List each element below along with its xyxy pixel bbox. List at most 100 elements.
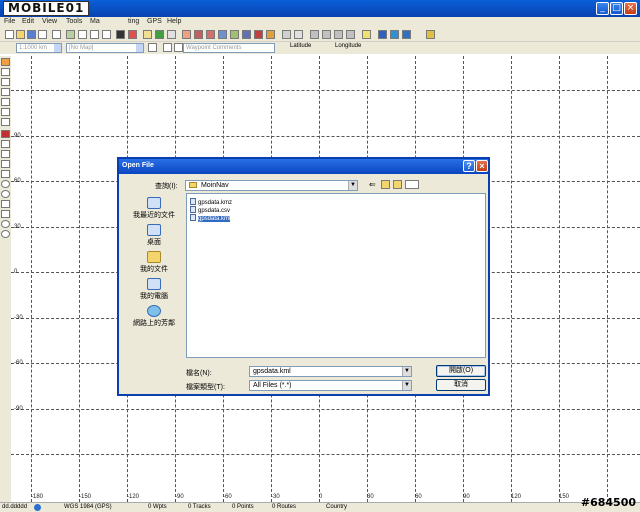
desktop-icon (147, 224, 161, 236)
place-recent[interactable]: 我最近的文件 (125, 197, 183, 220)
chevron-down-icon[interactable] (174, 43, 183, 52)
binoculars-icon[interactable] (116, 30, 125, 39)
play-icon[interactable] (163, 43, 172, 52)
settings-icon[interactable] (378, 30, 387, 39)
scale-combo[interactable]: 1:1000 km (16, 43, 62, 53)
status-points: 0 Points (232, 504, 254, 510)
measure-icon[interactable] (218, 30, 227, 39)
lat-label: -60 (14, 360, 23, 366)
globe-icon[interactable] (155, 30, 164, 39)
longitude-label: Longitude (335, 43, 362, 49)
dialog-close-button[interactable]: × (476, 160, 488, 172)
paint-icon[interactable] (1, 130, 10, 138)
file-list[interactable]: gpsdata.kmz gpsdata.csv gpsdata.kml (186, 193, 486, 358)
hand-icon[interactable] (66, 30, 75, 39)
arrow-right-icon[interactable] (334, 30, 343, 39)
line-tool-icon[interactable] (1, 150, 10, 158)
minimize-button[interactable]: _ (596, 2, 609, 15)
map-combo[interactable]: [No Map] (66, 43, 144, 53)
place-my-documents[interactable]: 我的文件 (125, 251, 183, 274)
up-folder-icon[interactable] (381, 180, 390, 189)
open-folder-icon[interactable] (16, 30, 25, 39)
cut-icon[interactable] (52, 30, 61, 39)
close-button[interactable]: × (624, 2, 637, 15)
layers-icon[interactable] (242, 30, 251, 39)
world-icon[interactable] (402, 30, 411, 39)
edit-icon[interactable] (1, 118, 10, 126)
grid-line (11, 409, 640, 410)
move-icon[interactable] (1, 98, 10, 106)
view-menu-icon[interactable] (405, 180, 419, 189)
maximize-button[interactable]: □ (610, 2, 623, 15)
circle-2-icon[interactable] (1, 220, 10, 228)
flag-icon[interactable] (310, 30, 319, 39)
new-file-icon[interactable] (5, 30, 14, 39)
place-network[interactable]: 網路上的芳鄰 (125, 305, 183, 328)
open-button[interactable]: 開啟(O) (436, 365, 486, 377)
chevron-down-icon: ▼ (402, 381, 411, 390)
menu-file[interactable]: File (4, 18, 15, 25)
rect-shape-2-icon[interactable] (1, 170, 10, 178)
track-icon[interactable] (206, 30, 215, 39)
triangle-icon[interactable] (1, 200, 10, 208)
node-icon[interactable] (1, 108, 10, 116)
menu-map[interactable]: Ma (90, 18, 100, 25)
map-combo-value: [No Map] (69, 45, 94, 51)
menu-tools[interactable]: Tools (66, 18, 82, 25)
search-icon[interactable] (230, 30, 239, 39)
place-label: 網路上的芳鄰 (133, 320, 175, 327)
print-icon[interactable] (38, 30, 47, 39)
upload-icon[interactable] (282, 30, 291, 39)
menu-routing[interactable]: ting (128, 18, 139, 25)
menu-view[interactable]: View (42, 18, 57, 25)
rect-shape-icon[interactable] (1, 160, 10, 168)
lon-label: 90 (463, 494, 470, 500)
rectangle-tool-icon[interactable] (1, 68, 10, 76)
filename-input[interactable]: gpsdata.kml ▼ (249, 366, 412, 377)
record-icon[interactable] (148, 43, 157, 52)
lasso-icon[interactable] (1, 78, 10, 86)
arrow-left-icon[interactable] (322, 30, 331, 39)
ellipse-icon[interactable] (1, 180, 10, 188)
eraser-icon[interactable] (1, 140, 10, 148)
place-desktop[interactable]: 桌面 (125, 224, 183, 247)
waypoint-comments-combo[interactable]: Waypoint Comments (183, 43, 275, 53)
left-tool-palette (0, 56, 11, 504)
chevron-down-icon (54, 44, 61, 52)
help-book-icon[interactable] (362, 30, 371, 39)
circle-icon[interactable] (1, 190, 10, 198)
file-item[interactable]: gpsdata.kmz (190, 198, 234, 206)
back-icon[interactable]: ⇐ (369, 180, 378, 189)
zoom-out-icon[interactable] (90, 30, 99, 39)
download-icon[interactable] (294, 30, 303, 39)
gps-icon[interactable] (266, 30, 275, 39)
filetype-select[interactable]: All Files (*.*) ▼ (249, 380, 412, 391)
menu-gps[interactable]: GPS (147, 18, 162, 25)
save-icon[interactable] (27, 30, 36, 39)
route-icon[interactable] (194, 30, 203, 39)
place-my-computer[interactable]: 我的電腦 (125, 278, 183, 301)
new-folder-icon[interactable] (393, 180, 402, 189)
menu-help[interactable]: Help (167, 18, 181, 25)
zoom-in-icon[interactable] (78, 30, 87, 39)
cancel-button[interactable]: 取消 (436, 379, 486, 391)
help-button[interactable]: ? (463, 160, 475, 172)
table-icon[interactable] (143, 30, 152, 39)
arrow-down-icon[interactable] (346, 30, 355, 39)
zoom-window-icon[interactable] (102, 30, 111, 39)
select-icon[interactable] (1, 58, 10, 66)
file-name: gpsdata.kml (198, 216, 231, 222)
info-icon[interactable] (426, 30, 435, 39)
pentagon-icon[interactable] (1, 210, 10, 218)
pencil-icon[interactable] (128, 30, 137, 39)
look-in-combo[interactable]: MoinNav ▼ (185, 180, 358, 191)
file-item-selected[interactable]: gpsdata.kml (190, 214, 232, 222)
delete-icon[interactable] (254, 30, 263, 39)
list-icon[interactable] (167, 30, 176, 39)
circle-3-icon[interactable] (1, 230, 10, 238)
file-item[interactable]: gpsdata.csv (190, 206, 232, 214)
waypoint-icon[interactable] (182, 30, 191, 39)
menu-edit[interactable]: Edit (22, 18, 34, 25)
pointer-icon[interactable] (1, 88, 10, 96)
refresh-icon[interactable] (390, 30, 399, 39)
